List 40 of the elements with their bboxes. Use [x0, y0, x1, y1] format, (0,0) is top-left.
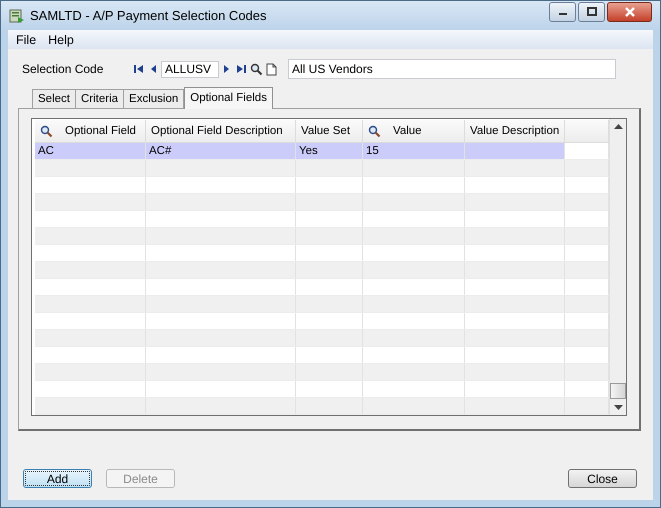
column-header[interactable]: Value Set: [296, 120, 363, 142]
selection-code-field[interactable]: ALLUSV: [161, 60, 219, 78]
search-icon[interactable]: [40, 124, 53, 138]
close-button[interactable]: Close: [568, 469, 637, 488]
minimize-button[interactable]: [549, 2, 576, 22]
last-record-icon[interactable]: [235, 63, 247, 75]
maximize-button[interactable]: [578, 2, 605, 22]
table-cell: 15: [363, 143, 465, 159]
scroll-thumb[interactable]: [610, 383, 626, 399]
menu-item[interactable]: File: [10, 32, 42, 46]
scroll-down-icon[interactable]: [614, 404, 622, 410]
description-field[interactable]: All US Vendors: [288, 59, 616, 79]
window-title: SAMLTD - A/P Payment Selection Codes: [30, 8, 268, 23]
scroll-up-icon[interactable]: [614, 124, 622, 130]
close-button[interactable]: [607, 2, 652, 22]
column-header[interactable]: Optional Field Description: [146, 120, 296, 142]
button[interactable]: Add: [23, 469, 92, 488]
tab[interactable]: Exclusion: [123, 89, 184, 108]
column-label: Optional Field: [65, 125, 136, 137]
column-header[interactable]: Value: [363, 120, 465, 142]
vertical-scrollbar[interactable]: [609, 119, 626, 415]
maximize-icon: [586, 7, 598, 17]
close-icon: [624, 7, 636, 17]
menu-item[interactable]: Help: [42, 32, 80, 46]
column-header[interactable]: Value Description: [465, 120, 565, 142]
search-icon[interactable]: [250, 62, 263, 76]
table-cell: AC: [35, 143, 146, 159]
tab[interactable]: Select: [32, 89, 76, 108]
app-icon: [9, 8, 25, 24]
column-header[interactable]: Optional Field: [35, 120, 146, 142]
first-record-icon[interactable]: [133, 63, 145, 75]
table-cell: AC#: [146, 143, 296, 159]
new-document-icon[interactable]: [266, 62, 277, 76]
tab[interactable]: Optional Fields: [184, 87, 273, 109]
search-icon[interactable]: [368, 124, 381, 138]
table-cell: Yes: [296, 143, 363, 159]
field-label: Selection Code: [21, 62, 104, 76]
column-label: Value: [393, 125, 422, 137]
tab[interactable]: Criteria: [74, 89, 124, 108]
button: Delete: [106, 469, 175, 488]
